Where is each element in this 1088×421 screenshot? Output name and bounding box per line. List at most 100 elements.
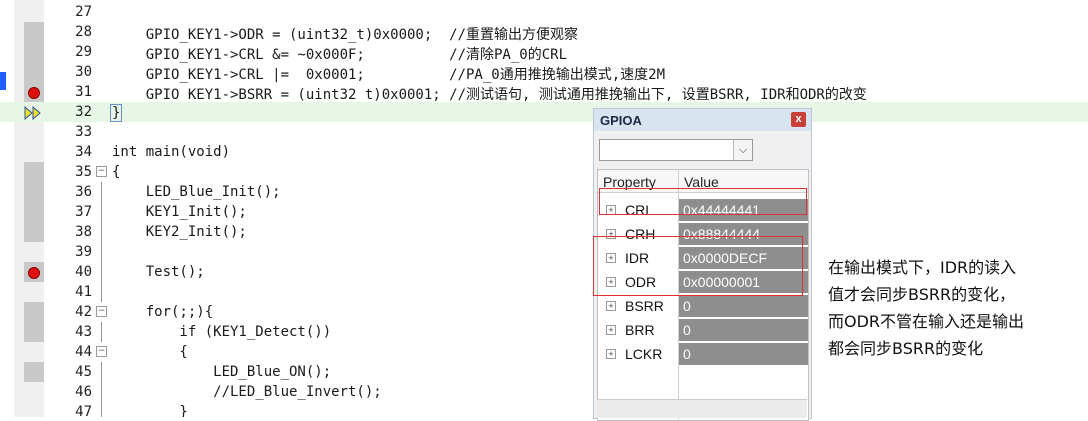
- register-row-brr[interactable]: + BRR 0: [598, 318, 808, 342]
- expand-icon[interactable]: +: [606, 301, 616, 311]
- expand-icon[interactable]: +: [606, 349, 616, 359]
- executed-marker: [24, 182, 44, 202]
- line-number: 47: [75, 404, 92, 417]
- fold-guide: [101, 182, 102, 202]
- executed-marker: [24, 202, 44, 222]
- register-select[interactable]: ⌵: [599, 139, 753, 161]
- register-name: BSRR: [625, 298, 664, 314]
- line-number: 41: [75, 284, 92, 300]
- executed-marker: [24, 362, 44, 382]
- fold-guide: [101, 202, 102, 222]
- code-line[interactable]: 38 KEY2_Init();: [0, 222, 1088, 242]
- line-number: 31: [75, 84, 92, 100]
- code-line[interactable]: 31 GPIO_KEY1->BSRR = (uint32_t)0x0001; /…: [0, 82, 1088, 103]
- window-titlebar[interactable]: GPIOA x: [594, 109, 811, 131]
- code-text: Test();: [112, 264, 205, 280]
- code-text: }: [110, 104, 123, 122]
- code-text: //LED_Blue_Invert();: [112, 384, 382, 400]
- line-number: 39: [75, 244, 92, 260]
- line-number: 40: [75, 264, 92, 280]
- line-number: 27: [75, 4, 92, 20]
- fold-guide: [101, 222, 102, 242]
- fold-toggle-icon[interactable]: −: [96, 346, 107, 357]
- code-line[interactable]: 27: [0, 2, 1088, 22]
- close-icon[interactable]: x: [791, 112, 806, 127]
- code-line[interactable]: 30 GPIO_KEY1->CRL |= 0x0001; //PA_0通用推挽输…: [0, 62, 1088, 83]
- code-text: KEY1_Init();: [112, 204, 247, 220]
- expand-icon[interactable]: +: [606, 325, 616, 335]
- register-value[interactable]: 0: [679, 295, 808, 317]
- line-number: 34: [75, 144, 92, 160]
- register-value[interactable]: 0: [679, 343, 808, 365]
- code-text: GPIO_KEY1->CRL |= 0x0001; //PA_0通用推挽输出模式…: [112, 67, 666, 83]
- code-text: GPIO_KEY1->ODR = (uint32_t)0x0000; //重置输…: [112, 27, 579, 43]
- line-number: 35: [75, 164, 92, 180]
- fold-toggle-icon[interactable]: −: [96, 166, 107, 177]
- code-line[interactable]: 46 //LED_Blue_Invert();: [0, 382, 1088, 402]
- annotation-line: 值才会同步BSRR的变化，: [828, 285, 1016, 304]
- line-number: 33: [75, 124, 92, 140]
- window-title: GPIOA: [600, 113, 642, 128]
- register-name: BRR: [625, 322, 655, 338]
- highlight-box-idr-odr: [593, 236, 803, 296]
- horizontal-scrollbar[interactable]: [597, 399, 807, 418]
- executed-marker: [24, 322, 44, 342]
- line-number: 43: [75, 324, 92, 340]
- fold-guide: [101, 242, 102, 262]
- line-number: 45: [75, 364, 92, 380]
- fold-guide: [101, 322, 102, 342]
- code-text: for(;;){: [112, 304, 214, 320]
- fold-toggle-icon[interactable]: −: [96, 306, 107, 317]
- line-number: 32: [75, 104, 92, 120]
- code-line[interactable]: 35 − {: [0, 162, 1088, 182]
- annotation-line: 而ODR不管在输入还是输出: [828, 312, 1025, 331]
- code-line[interactable]: 47 }: [0, 402, 1088, 417]
- code-text: KEY2_Init();: [112, 224, 247, 240]
- code-line[interactable]: 37 KEY1_Init();: [0, 202, 1088, 222]
- code-line[interactable]: 45 LED_Blue_ON();: [0, 362, 1088, 382]
- fold-guide: [101, 382, 102, 402]
- line-number: 46: [75, 384, 92, 400]
- line-number: 36: [75, 184, 92, 200]
- line-number: 28: [75, 24, 92, 40]
- code-text: int main(void): [112, 144, 231, 160]
- execution-arrow-icon: [24, 106, 41, 120]
- code-line[interactable]: 33: [0, 122, 1088, 142]
- chevron-down-icon[interactable]: ⌵: [733, 140, 752, 160]
- annotation-line: 都会同步BSRR的变化: [828, 339, 984, 358]
- code-text: }: [112, 404, 188, 417]
- register-row-lckr[interactable]: + LCKR 0: [598, 342, 808, 366]
- executed-marker: [24, 222, 44, 242]
- register-value[interactable]: 0: [679, 319, 808, 341]
- executed-marker: [24, 42, 44, 62]
- code-text: LED_Blue_ON();: [112, 364, 332, 380]
- code-text: GPIO_KEY1->CRL &= ~0x000F; //清除PA_0的CRL: [112, 47, 568, 63]
- breakpoint-icon[interactable]: [28, 267, 40, 279]
- code-line[interactable]: 28 GPIO_KEY1->ODR = (uint32_t)0x0000; //…: [0, 22, 1088, 43]
- register-row-bsrr[interactable]: + BSRR 0: [598, 294, 808, 318]
- line-number: 37: [75, 204, 92, 220]
- line-number: 44: [75, 344, 92, 360]
- code-line[interactable]: 29 GPIO_KEY1->CRL &= ~0x000F; //清除PA_0的C…: [0, 42, 1088, 63]
- fold-guide: [101, 362, 102, 382]
- line-number: 42: [75, 304, 92, 320]
- code-text: LED_Blue_Init();: [112, 184, 281, 200]
- line-number: 38: [75, 224, 92, 240]
- line-number: 30: [75, 64, 92, 80]
- code-text: GPIO_KEY1->BSRR = (uint32_t)0x0001; //测试…: [112, 87, 867, 103]
- breakpoint-icon[interactable]: [28, 87, 40, 99]
- executed-marker: [24, 162, 44, 182]
- highlight-box-crl: [599, 188, 807, 215]
- executed-marker: [24, 22, 44, 42]
- code-text: {: [112, 164, 121, 180]
- annotation-note: 在输出模式下，IDR的读入 值才会同步BSRR的变化， 而ODR不管在输入还是输…: [828, 254, 1080, 362]
- annotation-line: 在输出模式下，IDR的读入: [828, 258, 1017, 277]
- code-text: {: [112, 344, 188, 360]
- code-line[interactable]: 34 int main(void): [0, 142, 1088, 162]
- current-code-line[interactable]: 32 }: [0, 102, 1088, 122]
- fold-guide: [101, 402, 102, 417]
- register-name: LCKR: [625, 346, 663, 362]
- executed-marker: [24, 302, 44, 322]
- line-number: 29: [75, 44, 92, 60]
- code-line[interactable]: 36 LED_Blue_Init();: [0, 182, 1088, 202]
